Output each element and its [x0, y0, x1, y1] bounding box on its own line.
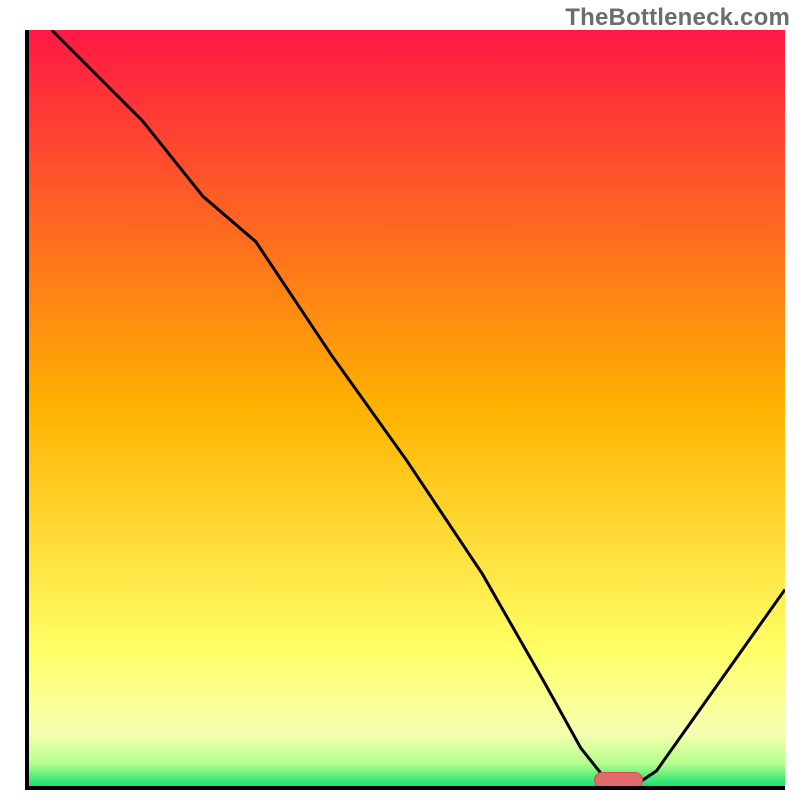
chart-canvas: TheBottleneck.com — [0, 0, 800, 800]
bottleneck-curve — [29, 30, 785, 786]
plot-area — [29, 30, 785, 786]
watermark-text: TheBottleneck.com — [565, 4, 790, 32]
optimal-point-marker — [594, 772, 643, 786]
plot-frame — [25, 30, 785, 790]
